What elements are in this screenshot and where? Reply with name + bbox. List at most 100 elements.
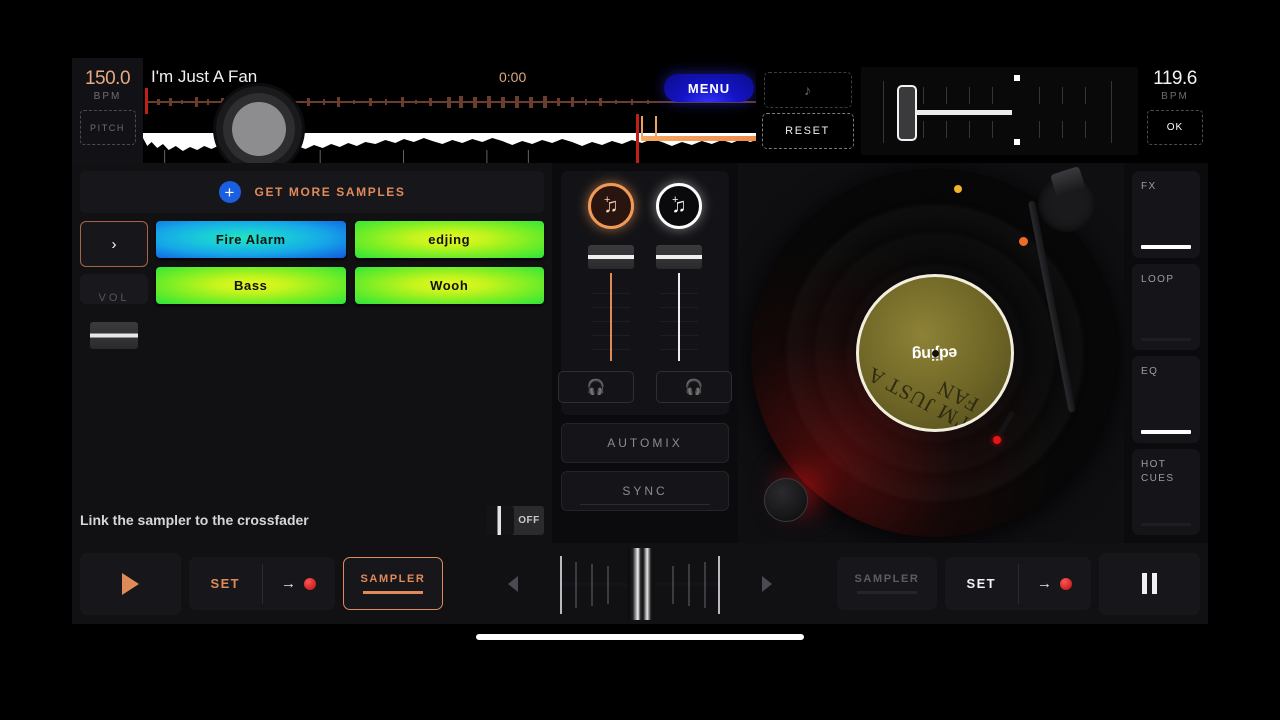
left-sampler-button[interactable]: SAMPLER — [343, 557, 443, 610]
hot-cues-button[interactable]: HOT CUES — [1132, 448, 1200, 535]
deck-power-knob[interactable] — [764, 478, 808, 522]
music-note-icon[interactable]: ♪ — [763, 72, 852, 108]
left-play-button[interactable] — [80, 552, 181, 615]
load-left-deck-button[interactable]: + ♫ — [588, 183, 634, 229]
sampler-pad[interactable]: Fire Alarm — [156, 221, 346, 258]
eq-label: EQ — [1141, 366, 1159, 377]
plus-icon: + — [672, 194, 679, 206]
sampler-link-toggle[interactable]: OFF — [487, 505, 544, 535]
sampler-left-column: › VOL — [80, 221, 148, 349]
main-area: + GET MORE SAMPLES › VOL Fire Alarm edji… — [72, 163, 1208, 543]
loop-button[interactable]: LOOP — [1132, 263, 1200, 350]
pitch-button[interactable]: PITCH — [79, 110, 136, 145]
plus-icon: + — [218, 181, 241, 203]
next-bank-button[interactable]: › — [80, 221, 148, 267]
toggle-knob — [487, 505, 514, 535]
menu-button[interactable]: MENU — [664, 74, 754, 102]
crossfader-handle[interactable] — [628, 547, 654, 620]
load-right-deck-button[interactable]: + ♫ — [656, 183, 702, 229]
left-sampler-underline — [363, 591, 423, 594]
cue-marker-2 — [655, 116, 657, 136]
eq-indicator-bar — [1141, 429, 1191, 434]
pitch-fader-panel: ♪ RESET — [756, 58, 1142, 163]
sampler-crossfader-link-row: Link the sampler to the crossfader OFF — [80, 503, 544, 537]
pitch-slider-handle[interactable] — [897, 84, 917, 141]
mixer-top-section: + ♫ + ♫ 🎧 🎧 — [558, 171, 732, 415]
overview-playhead — [145, 88, 148, 114]
pause-icon — [1142, 573, 1157, 594]
home-indicator — [476, 634, 804, 640]
left-channel-fader[interactable] — [588, 245, 634, 361]
vinyl-label: I'M JUST A FAN edjing — [856, 274, 1014, 432]
sampler-pad[interactable]: Wooh — [354, 267, 544, 304]
right-sampler-button[interactable]: SAMPLER — [837, 557, 937, 610]
right-bpm-label: BPM — [1161, 91, 1189, 102]
left-bpm-label: BPM — [93, 91, 122, 102]
right-set-button[interactable]: SET — [945, 576, 1018, 591]
right-headphones-icon[interactable]: 🎧 — [656, 371, 732, 403]
ok-button[interactable]: OK — [1147, 110, 1203, 145]
crossfader[interactable] — [534, 547, 746, 620]
cue-marker-1 — [641, 116, 643, 136]
arrow-right-icon: → — [281, 575, 298, 592]
automix-button[interactable]: AUTOMIX — [561, 423, 729, 463]
eq-button[interactable]: EQ — [1132, 356, 1200, 443]
pitch-slider[interactable] — [861, 66, 1138, 155]
sampler-pad[interactable]: Bass — [156, 267, 346, 304]
left-cue-set-group: SET → — [189, 557, 335, 610]
waveform-area[interactable]: I'm Just A Fan 0:00 MENU — [143, 58, 756, 163]
play-icon — [122, 572, 139, 595]
left-headphones-icon[interactable]: 🎧 — [558, 371, 634, 403]
right-pause-button[interactable] — [1099, 552, 1200, 615]
waveform-playhead — [636, 114, 639, 163]
crossfader-zone — [451, 547, 829, 620]
left-deck-bpm-panel: 150.0 BPM PITCH — [72, 58, 143, 163]
pad-area: › VOL Fire Alarm edjing Bass Wooh — [80, 221, 544, 349]
fader-level — [610, 273, 612, 361]
waveform-jog-indicator — [223, 93, 295, 163]
right-bpm-value: 119.6 — [1153, 68, 1197, 89]
sampler-link-label: Link the sampler to the crossfader — [80, 512, 309, 528]
pitch-center-marker-top — [1014, 74, 1020, 81]
transport-bar: SET → SAMPLER SAMPLER SET → — [72, 543, 1208, 624]
sampler-volume-slider[interactable]: VOL — [80, 274, 148, 349]
fx-label: FX — [1141, 181, 1157, 192]
plus-icon: + — [604, 194, 611, 206]
track-title: I'm Just A Fan — [151, 67, 258, 86]
sync-underline — [580, 504, 710, 505]
track-time: 0:00 — [499, 69, 527, 85]
sync-button[interactable]: SYNC — [561, 471, 729, 511]
hot-cues-label: HOT CUES — [1141, 458, 1175, 484]
arrow-right-icon: → — [1037, 575, 1054, 592]
fx-button[interactable]: FX — [1132, 171, 1200, 258]
right-channel-fader[interactable] — [656, 245, 702, 361]
app-root: 150.0 BPM PITCH I'm Just A Fan 0:00 MENU… — [72, 58, 1208, 624]
right-cue-goto-button[interactable]: → — [1019, 575, 1092, 592]
sampler-pads-grid: Fire Alarm edjing Bass Wooh — [156, 221, 544, 304]
crossfader-left-arrow-icon[interactable] — [508, 575, 518, 592]
turntable-deck[interactable]: + − I'M JUST A FAN edjing — [738, 163, 1124, 543]
sampler-panel: + GET MORE SAMPLES › VOL Fire Alarm edji… — [72, 163, 552, 543]
right-sampler-underline — [857, 591, 917, 594]
fx-indicator-bar — [1141, 244, 1191, 249]
crossfader-right-arrow-icon[interactable] — [762, 575, 772, 592]
get-more-samples-button[interactable]: + GET MORE SAMPLES — [80, 171, 544, 213]
left-cue-goto-button[interactable]: → — [263, 575, 336, 592]
channel-faders — [588, 245, 702, 361]
right-cue-set-group: SET → — [945, 557, 1091, 610]
get-more-samples-label: GET MORE SAMPLES — [254, 185, 406, 199]
sampler-pad[interactable]: edjing — [354, 221, 544, 258]
reset-button[interactable]: RESET — [761, 113, 854, 149]
fader-handle[interactable] — [656, 245, 702, 269]
left-set-button[interactable]: SET — [189, 576, 262, 591]
right-rail: FX LOOP EQ HOT CUES — [1124, 163, 1208, 543]
record-dot-icon — [1060, 577, 1073, 590]
vol-handle[interactable] — [90, 322, 138, 349]
loop-label: LOOP — [1141, 273, 1175, 285]
cue-point-dot-red — [993, 436, 1001, 444]
cue-point-dot-yellow — [954, 185, 962, 193]
pitch-panel-buttons: ♪ RESET — [760, 72, 855, 149]
fader-handle[interactable] — [588, 245, 634, 269]
load-track-buttons: + ♫ + ♫ — [588, 183, 702, 229]
cue-point-dot-orange — [1019, 237, 1028, 246]
